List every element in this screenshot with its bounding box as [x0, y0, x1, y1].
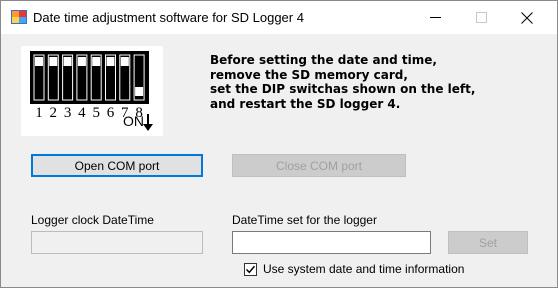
instruction-line: remove the SD memory card,: [210, 67, 408, 82]
window-title: Date time adjustment software for SD Log…: [33, 10, 304, 25]
dip-switch-lever: [49, 57, 58, 66]
close-com-port-button[interactable]: Close COM port: [232, 154, 406, 177]
dip-switch-lever: [92, 57, 101, 66]
minimize-icon[interactable]: [412, 1, 458, 34]
datetime-set-input[interactable]: [232, 231, 431, 254]
instruction-line: and restart the SD logger 4.: [210, 96, 401, 111]
client-area: 12345678 ON Before setting the date and …: [1, 34, 557, 287]
logger-clock-label: Logger clock DateTime: [31, 213, 154, 227]
open-com-port-button[interactable]: Open COM port: [31, 154, 203, 177]
instructions-text: Before setting the date and time, remove…: [210, 53, 475, 111]
dip-switch-lever: [35, 57, 43, 66]
dip-switch-lever: [135, 87, 144, 96]
arrow-down-icon: [143, 114, 153, 131]
logger-clock-field: [31, 231, 203, 254]
dip-switch-number: 4: [78, 105, 86, 121]
instruction-line: set the DIP switchas shown on the left,: [210, 82, 476, 96]
close-icon[interactable]: [504, 1, 550, 34]
datetime-set-label: DateTime set for the logger: [232, 213, 377, 227]
dip-switch-number: 6: [107, 105, 115, 121]
dip-switch-diagram: 12345678 ON: [21, 46, 163, 136]
dip-switch-number: 2: [50, 105, 58, 121]
app-icon: [11, 10, 27, 24]
app-window: Date time adjustment software for SD Log…: [0, 0, 558, 288]
set-button[interactable]: Set: [448, 231, 528, 254]
dip-switch-number: 5: [92, 105, 100, 121]
maximize-icon[interactable]: [458, 1, 504, 34]
use-system-time-option[interactable]: Use system date and time information: [244, 262, 464, 276]
instruction-line: Before setting the date and time,: [210, 53, 437, 67]
checkmark-icon: [245, 265, 256, 273]
title-bar[interactable]: Date time adjustment software for SD Log…: [1, 1, 557, 34]
use-system-time-label: Use system date and time information: [263, 262, 465, 276]
dip-on-label: ON: [123, 113, 144, 129]
dip-switch-lever: [77, 57, 86, 66]
dip-switch-number: 1: [35, 105, 43, 121]
dip-switch-lever: [106, 57, 115, 66]
dip-switch-lever: [63, 57, 72, 66]
dip-switch-lever: [120, 57, 129, 66]
dip-switch-number: 3: [64, 105, 72, 121]
use-system-time-checkbox[interactable]: [244, 262, 257, 276]
